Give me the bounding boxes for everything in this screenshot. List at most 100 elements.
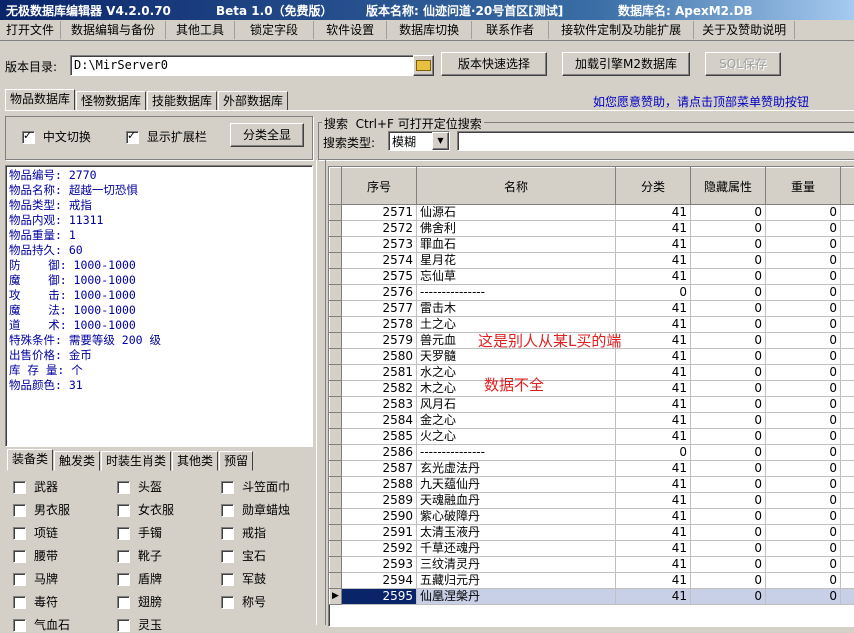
cell-seq[interactable]: 2571: [342, 205, 417, 221]
cell-seq[interactable]: 2595: [342, 589, 417, 605]
cell-seq[interactable]: 2584: [342, 413, 417, 429]
tab-fashion-zodiac[interactable]: 时装生肖类: [101, 451, 171, 471]
cell-name[interactable]: 千草还魂丹: [417, 541, 616, 557]
category-checkbox[interactable]: 头盔: [117, 478, 162, 495]
cell-weight[interactable]: 0: [766, 237, 841, 253]
cell-weight[interactable]: 0: [766, 525, 841, 541]
table-row[interactable]: 2591太清玉液丹4100: [330, 525, 854, 541]
cell-category[interactable]: 41: [616, 205, 691, 221]
col-extra[interactable]: [841, 168, 854, 205]
tab-skills-db[interactable]: 技能数据库: [147, 91, 217, 111]
table-row[interactable]: 2587玄光虚法丹4100: [330, 461, 854, 477]
cell-seq[interactable]: 2594: [342, 573, 417, 589]
row-indicator[interactable]: [330, 461, 342, 477]
table-row[interactable]: 2581水之心4100: [330, 365, 854, 381]
cell-extra[interactable]: [841, 317, 854, 333]
cell-extra[interactable]: [841, 461, 854, 477]
row-indicator[interactable]: [330, 253, 342, 269]
cell-category[interactable]: 41: [616, 525, 691, 541]
cell-hidden-attr[interactable]: 0: [691, 365, 766, 381]
cell-weight[interactable]: 0: [766, 269, 841, 285]
table-row[interactable]: 2574星月花4100: [330, 253, 854, 269]
cell-name[interactable]: 仙凰涅槃丹: [417, 589, 616, 605]
cell-category[interactable]: 41: [616, 477, 691, 493]
row-indicator[interactable]: ▶: [330, 589, 342, 605]
cell-category[interactable]: 41: [616, 317, 691, 333]
cell-weight[interactable]: 0: [766, 333, 841, 349]
cell-extra[interactable]: [841, 381, 854, 397]
cell-extra[interactable]: [841, 413, 854, 429]
cell-hidden-attr[interactable]: 0: [691, 397, 766, 413]
row-indicator[interactable]: [330, 269, 342, 285]
cell-category[interactable]: 41: [616, 573, 691, 589]
cell-weight[interactable]: 0: [766, 381, 841, 397]
row-indicator[interactable]: [330, 333, 342, 349]
table-row[interactable]: ▶2595仙凰涅槃丹4100: [330, 589, 854, 605]
cell-seq[interactable]: 2580: [342, 349, 417, 365]
cell-hidden-attr[interactable]: 0: [691, 541, 766, 557]
cell-name[interactable]: ---------------: [417, 445, 616, 461]
cell-name[interactable]: 五藏归元丹: [417, 573, 616, 589]
category-checkbox[interactable]: 戒指: [221, 524, 266, 541]
chevron-down-icon[interactable]: ▼: [432, 132, 449, 150]
category-checkbox[interactable]: 宝石: [221, 547, 266, 564]
cell-seq[interactable]: 2590: [342, 509, 417, 525]
tab-monsters-db[interactable]: 怪物数据库: [76, 91, 146, 111]
row-indicator[interactable]: [330, 205, 342, 221]
cell-extra[interactable]: [841, 509, 854, 525]
cell-name[interactable]: 金之心: [417, 413, 616, 429]
cell-weight[interactable]: 0: [766, 493, 841, 509]
category-checkbox[interactable]: 毒符: [13, 593, 58, 610]
cell-weight[interactable]: 0: [766, 205, 841, 221]
cell-extra[interactable]: [841, 573, 854, 589]
search-type-select[interactable]: 模糊 ▼: [388, 131, 450, 151]
cell-weight[interactable]: 0: [766, 397, 841, 413]
table-row[interactable]: 2593三纹清灵丹4100: [330, 557, 854, 573]
table-row[interactable]: 2582木之心4100: [330, 381, 854, 397]
cell-seq[interactable]: 2593: [342, 557, 417, 573]
cell-category[interactable]: 41: [616, 429, 691, 445]
cell-weight[interactable]: 0: [766, 365, 841, 381]
row-indicator[interactable]: [330, 429, 342, 445]
cell-weight[interactable]: 0: [766, 413, 841, 429]
row-indicator[interactable]: [330, 397, 342, 413]
cell-hidden-attr[interactable]: 0: [691, 413, 766, 429]
cell-category[interactable]: 41: [616, 349, 691, 365]
table-row[interactable]: 2583风月石4100: [330, 397, 854, 413]
show-all-categories-button[interactable]: 分类全显: [230, 123, 304, 147]
cell-seq[interactable]: 2587: [342, 461, 417, 477]
cell-name[interactable]: ---------------: [417, 285, 616, 301]
cell-name[interactable]: 紫心破障丹: [417, 509, 616, 525]
cell-hidden-attr[interactable]: 0: [691, 573, 766, 589]
cell-seq[interactable]: 2573: [342, 237, 417, 253]
col-name[interactable]: 名称: [417, 168, 616, 205]
cell-extra[interactable]: [841, 397, 854, 413]
cell-weight[interactable]: 0: [766, 253, 841, 269]
category-checkbox[interactable]: 男衣服: [13, 501, 70, 518]
table-row[interactable]: 2572佛舍利4100: [330, 221, 854, 237]
cell-weight[interactable]: 0: [766, 589, 841, 605]
cell-hidden-attr[interactable]: 0: [691, 285, 766, 301]
row-indicator[interactable]: [330, 525, 342, 541]
cell-category[interactable]: 0: [616, 445, 691, 461]
cell-weight[interactable]: 0: [766, 573, 841, 589]
cell-hidden-attr[interactable]: 0: [691, 509, 766, 525]
col-category[interactable]: 分类: [616, 168, 691, 205]
category-checkbox[interactable]: 斗笠面巾: [221, 478, 290, 495]
row-indicator[interactable]: [330, 541, 342, 557]
row-indicator[interactable]: [330, 365, 342, 381]
cell-category[interactable]: 41: [616, 541, 691, 557]
table-row[interactable]: 2571仙源石4100: [330, 205, 854, 221]
cell-name[interactable]: 玄光虚法丹: [417, 461, 616, 477]
cell-hidden-attr[interactable]: 0: [691, 429, 766, 445]
menu-data-edit-backup[interactable]: 数据编辑与备份: [61, 21, 166, 39]
show-extra-checkbox[interactable]: 显示扩展栏: [126, 128, 207, 145]
cell-hidden-attr[interactable]: 0: [691, 557, 766, 573]
cell-hidden-attr[interactable]: 0: [691, 237, 766, 253]
cell-weight[interactable]: 0: [766, 429, 841, 445]
row-indicator[interactable]: [330, 509, 342, 525]
cell-weight[interactable]: 0: [766, 445, 841, 461]
cell-weight[interactable]: 0: [766, 285, 841, 301]
cell-weight[interactable]: 0: [766, 509, 841, 525]
cell-weight[interactable]: 0: [766, 221, 841, 237]
